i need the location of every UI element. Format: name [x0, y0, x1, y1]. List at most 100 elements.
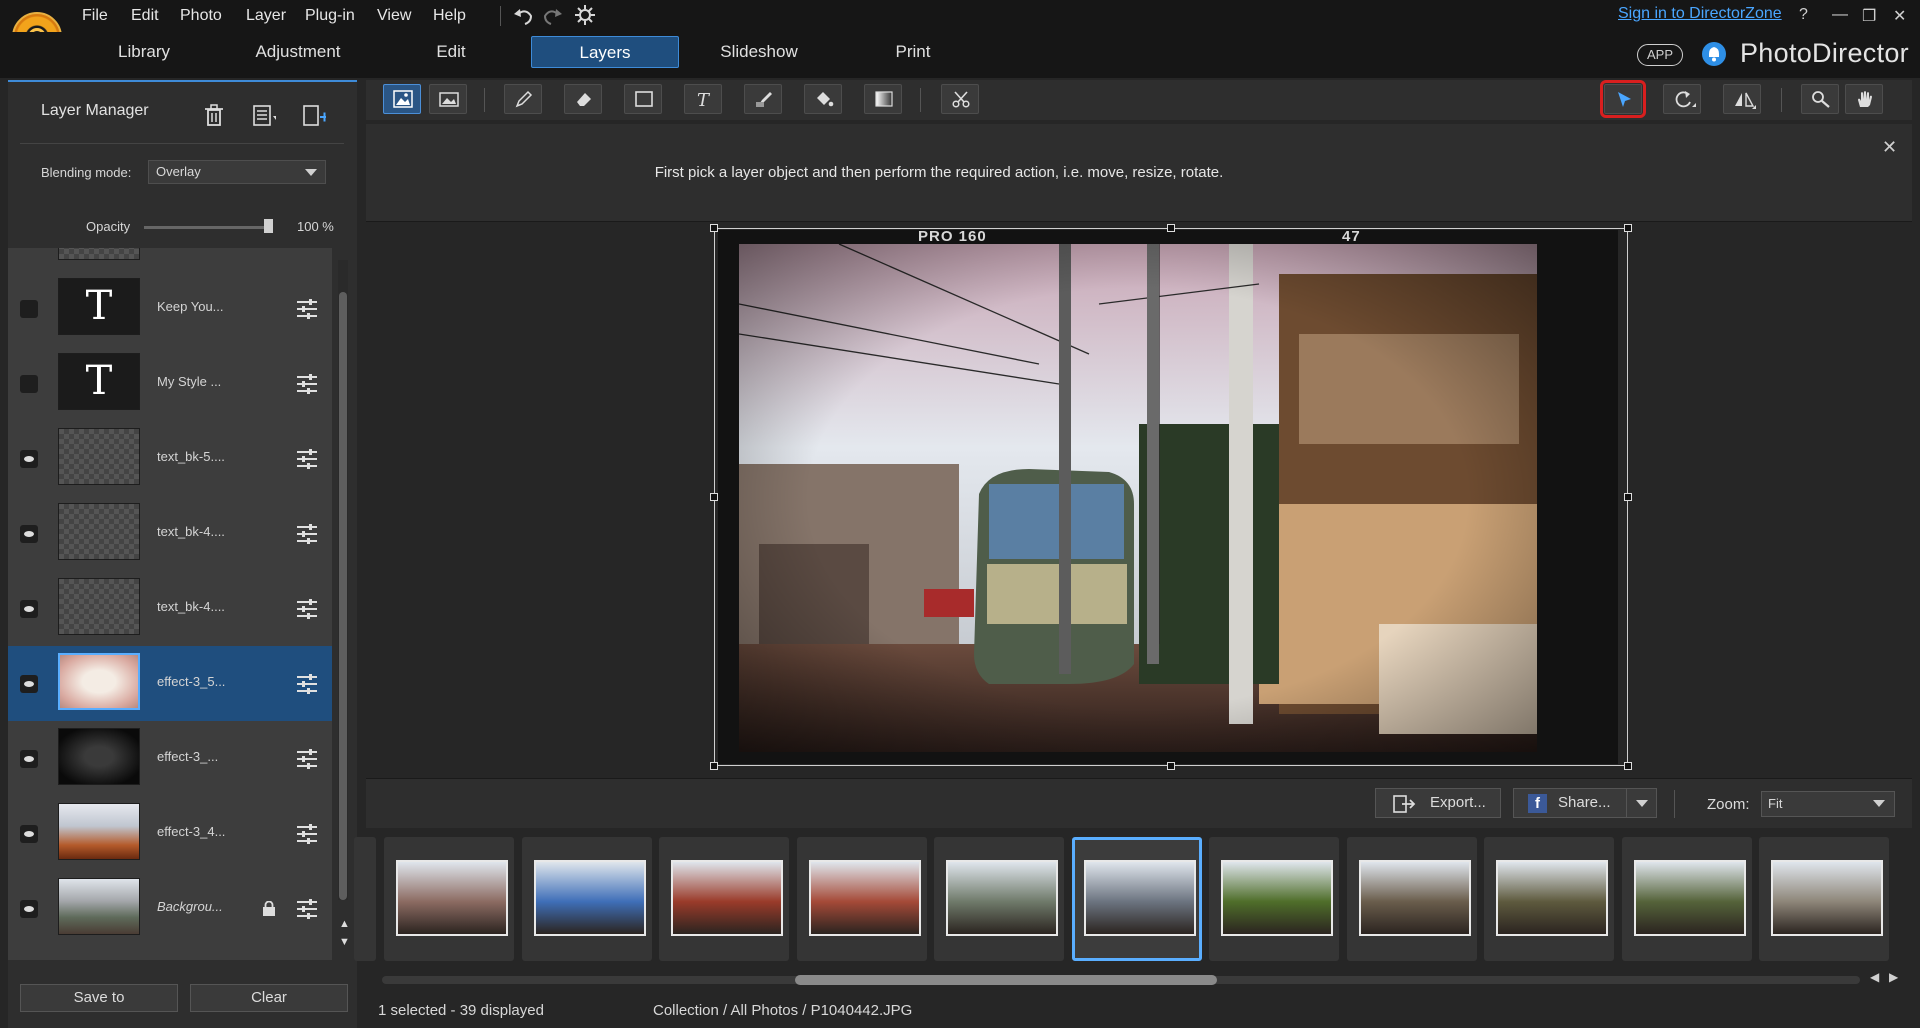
zoom-select[interactable]: Fit — [1761, 791, 1895, 817]
filmstrip-thumbnail[interactable] — [934, 837, 1064, 961]
zoom-tool-button[interactable] — [1801, 84, 1839, 114]
tab-print[interactable]: Print — [882, 36, 944, 68]
layer-row[interactable]: T My Style ... — [8, 346, 332, 421]
add-layer-icon[interactable] — [302, 103, 326, 127]
layer-row[interactable]: film.png — [8, 248, 332, 271]
filmstrip-thumbnail[interactable] — [1621, 837, 1752, 961]
tab-layers[interactable]: Layers — [531, 36, 679, 68]
layer-thumbnail[interactable] — [58, 248, 140, 260]
filmstrip-thumbnail[interactable] — [354, 837, 376, 961]
filmstrip-thumbnail[interactable] — [384, 837, 514, 961]
layer-row[interactable]: text_bk-4.... — [8, 571, 332, 646]
layer-adjust-sliders-icon[interactable] — [296, 598, 318, 620]
layer-row[interactable]: effect-3_4... — [8, 796, 332, 871]
filmstrip-thumbnail[interactable] — [796, 837, 927, 961]
redo-icon[interactable] — [542, 5, 564, 27]
rotate-button[interactable] — [1663, 84, 1701, 114]
visibility-eye-icon[interactable] — [20, 450, 38, 468]
selection-bounding-box[interactable] — [714, 228, 1628, 766]
layer-row[interactable]: effect-3_5... — [8, 646, 332, 721]
menu-file[interactable]: File — [82, 4, 108, 28]
visibility-eye-icon[interactable] — [20, 600, 38, 618]
export-button[interactable]: Export... — [1375, 788, 1501, 818]
layer-list-scroll-thumb[interactable] — [339, 292, 347, 900]
tab-library[interactable]: Library — [100, 36, 188, 68]
gradient-tool-button[interactable] — [864, 84, 902, 114]
layer-thumbnail[interactable] — [58, 578, 140, 635]
resize-handle-right[interactable] — [1624, 493, 1632, 501]
resize-handle-top-right[interactable] — [1624, 224, 1632, 232]
tab-slideshow[interactable]: Slideshow — [706, 36, 812, 68]
layer-adjust-sliders-icon[interactable] — [296, 898, 318, 920]
undo-icon[interactable] — [512, 5, 534, 27]
layer-options-menu-icon[interactable] — [252, 103, 276, 127]
layer-adjust-sliders-icon[interactable] — [296, 673, 318, 695]
layer-thumbnail[interactable] — [58, 803, 140, 860]
visibility-checkbox[interactable] — [20, 300, 38, 318]
share-dropdown-chevron-icon[interactable] — [1636, 800, 1648, 807]
opacity-slider-thumb[interactable] — [264, 219, 273, 233]
visibility-eye-icon[interactable] — [20, 750, 38, 768]
save-to-button[interactable]: Save to — [20, 984, 178, 1012]
help-button[interactable]: ? — [1799, 6, 1808, 24]
layer-adjust-sliders-icon[interactable] — [296, 823, 318, 845]
layer-row[interactable]: T Keep You... — [8, 271, 332, 346]
menu-edit[interactable]: Edit — [131, 4, 159, 28]
layer-adjust-sliders-icon[interactable] — [296, 523, 318, 545]
layer-thumbnail[interactable]: T — [58, 353, 140, 410]
filmstrip-thumbnail[interactable] — [659, 837, 789, 961]
layer-adjust-sliders-icon[interactable] — [296, 748, 318, 770]
menu-layer[interactable]: Layer — [246, 4, 286, 28]
visibility-eye-icon[interactable] — [20, 825, 38, 843]
layer-thumbnail[interactable] — [58, 878, 140, 935]
notification-bell-icon[interactable] — [1702, 42, 1726, 66]
visibility-eye-icon[interactable] — [20, 525, 38, 543]
filmstrip-thumbnail[interactable] — [521, 837, 652, 961]
shape-tool-button[interactable] — [624, 84, 662, 114]
layer-thumbnail[interactable] — [58, 503, 140, 560]
resize-handle-top[interactable] — [1167, 224, 1175, 232]
photo-view-button[interactable] — [429, 84, 467, 114]
delete-layer-trash-icon[interactable] — [202, 103, 226, 127]
filmstrip-scroll-thumb[interactable] — [795, 975, 1217, 985]
layer-thumbnail[interactable] — [58, 428, 140, 485]
layer-row[interactable]: effect-3_... — [8, 721, 332, 796]
pan-tool-button[interactable] — [1845, 84, 1883, 114]
visibility-eye-icon[interactable] — [20, 900, 38, 918]
filmstrip-thumbnail[interactable] — [1209, 837, 1339, 961]
resize-handle-bottom-left[interactable] — [710, 762, 718, 770]
brush-tool-button[interactable] — [504, 84, 542, 114]
layer-row[interactable]: Backgrou... — [8, 871, 332, 946]
layer-view-button[interactable] — [383, 84, 421, 114]
select-object-button[interactable] — [1600, 80, 1646, 118]
hint-close-icon[interactable]: ✕ — [1882, 137, 1897, 158]
restore-button[interactable]: ❐ — [1862, 6, 1876, 26]
filmstrip-thumbnail[interactable] — [1346, 837, 1477, 961]
filmstrip-scroll-left-icon[interactable]: ◀ — [1870, 970, 1879, 984]
layer-row[interactable]: text_bk-5.... — [8, 421, 332, 496]
menu-plugin[interactable]: Plug-in — [305, 4, 355, 28]
cutout-tool-button[interactable] — [941, 84, 979, 114]
layer-thumbnail[interactable] — [58, 653, 140, 710]
filmstrip-thumbnail[interactable] — [1484, 837, 1614, 961]
app-badge[interactable]: APP — [1637, 44, 1683, 66]
eraser-tool-button[interactable] — [564, 84, 602, 114]
scroll-down-arrow-icon[interactable]: ▼ — [339, 936, 350, 948]
menu-view[interactable]: View — [377, 4, 411, 28]
minimize-button[interactable]: — — [1832, 6, 1848, 24]
resize-handle-bottom[interactable] — [1167, 762, 1175, 770]
layer-adjust-sliders-icon[interactable] — [296, 298, 318, 320]
share-button[interactable]: f Share... — [1513, 788, 1657, 818]
resize-handle-bottom-right[interactable] — [1624, 762, 1632, 770]
sign-in-link[interactable]: Sign in to DirectorZone — [1618, 5, 1782, 23]
tab-edit[interactable]: Edit — [420, 36, 482, 68]
text-tool-button[interactable]: T — [684, 84, 722, 114]
clear-button[interactable]: Clear — [190, 984, 348, 1012]
layer-row[interactable]: text_bk-4.... — [8, 496, 332, 571]
fill-tool-button[interactable] — [804, 84, 842, 114]
visibility-eye-icon[interactable] — [20, 675, 38, 693]
settings-gear-icon[interactable] — [574, 4, 596, 26]
layer-adjust-sliders-icon[interactable] — [296, 448, 318, 470]
filmstrip-scroll-right-icon[interactable]: ▶ — [1889, 970, 1898, 984]
layer-thumbnail[interactable]: T — [58, 278, 140, 335]
